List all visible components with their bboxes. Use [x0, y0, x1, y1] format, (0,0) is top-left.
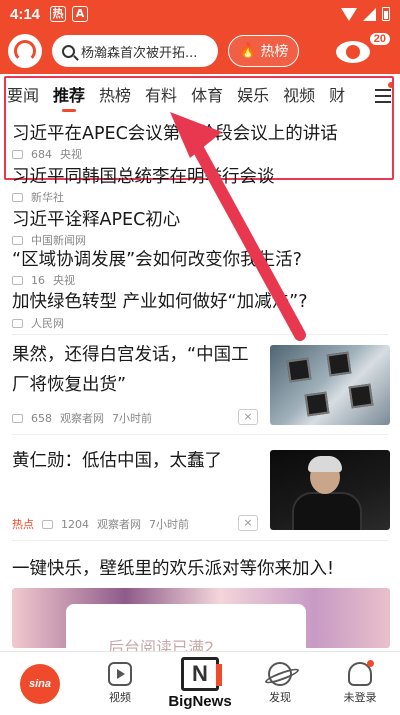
headline-item[interactable]: 习近平同韩国总统李在明举行会谈 [12, 163, 392, 188]
chip-image-part [304, 391, 330, 417]
comment-icon [12, 318, 23, 328]
nav-bignews[interactable]: N BigNews [165, 657, 235, 710]
story-meta: 658 观察者网 7小时前 [12, 410, 152, 426]
sina-logo-icon: sina [20, 663, 60, 704]
tab-youliao[interactable]: 有料 [138, 74, 184, 118]
source: 新华社 [31, 191, 64, 204]
nav-profile-label: 未登录 [343, 691, 377, 704]
comment-icon [12, 192, 23, 202]
flame-icon: 🔥 [239, 43, 257, 59]
menu-icon-line [375, 101, 391, 103]
wifi-icon [341, 7, 357, 21]
bottom-nav: sina 视频 N BigNews 发现 未登录 [0, 651, 400, 715]
headline-meta: 新华社 [12, 189, 64, 205]
story-title[interactable]: 一键快乐，壁纸里的欢乐派对等你来加入! [12, 555, 392, 580]
tab-entertainment[interactable]: 娱乐 [230, 74, 276, 118]
channel-tabs: 要闻 推荐 热榜 有料 体育 娱乐 视频 财 [0, 74, 400, 118]
timestamp: 7小时前 [149, 518, 189, 531]
nav-bignews-label: BigNews [168, 693, 232, 710]
headphone-button[interactable] [8, 34, 42, 68]
comment-icon [12, 413, 23, 423]
headphone-icon [14, 40, 36, 62]
status-time: 4:14 [10, 5, 41, 23]
user-icon [348, 660, 374, 686]
hot-tag: 热点 [12, 518, 34, 531]
headline-item[interactable]: “区域协调发展”会如何改变你我生活? [12, 246, 392, 271]
signal-icon [363, 7, 376, 21]
tab-sports[interactable]: 体育 [184, 74, 230, 118]
headline-item[interactable]: 加快绿色转型 产业如何做好“加减法”? [12, 288, 392, 313]
comment-count: 16 [31, 273, 45, 287]
story-meta: 热点 1204 观察者网 7小时前 [12, 516, 189, 532]
comment-icon [12, 275, 23, 285]
headline-item[interactable]: 习近平诠释APEC初心 [12, 206, 392, 231]
chip-image-part [326, 351, 352, 377]
headline-meta: 人民网 [12, 315, 64, 331]
dislike-button[interactable]: × [238, 409, 258, 425]
planet-icon [268, 662, 292, 686]
menu-dot-badge [388, 82, 394, 88]
source: 央视 [60, 148, 82, 161]
nav-profile[interactable]: 未登录 [325, 660, 395, 705]
person-image-part [308, 456, 342, 472]
nav-discover-label: 发现 [269, 691, 291, 704]
status-bar: 4:14 热 A [0, 0, 400, 28]
story-title[interactable]: 果然，还得白宫发话，“中国工厂将恢复出货” [12, 340, 262, 400]
dislike-button[interactable]: × [238, 515, 258, 531]
hot-list-label: 热榜 [260, 44, 289, 60]
eye-count-badge: 20 [369, 33, 390, 45]
notification-dot [367, 660, 374, 667]
tab-hot[interactable]: 热榜 [92, 74, 138, 118]
divider [12, 540, 388, 541]
tab-video[interactable]: 视频 [276, 74, 322, 118]
top-bar: 杨瀚森首次被开拓... 🔥 热榜 20 [0, 28, 400, 74]
video-icon [108, 662, 132, 686]
comment-count: 658 [31, 411, 52, 425]
app-notification-icon: A [72, 6, 89, 22]
chip-image-part [348, 383, 374, 409]
menu-icon-line [375, 95, 391, 97]
comment-count: 1204 [61, 517, 89, 531]
story-thumbnail-chips[interactable] [270, 345, 390, 425]
comment-icon [12, 235, 23, 245]
source: 央视 [53, 274, 75, 287]
source: 人民网 [31, 317, 64, 330]
bignews-logo-icon: N [181, 657, 222, 691]
tab-finance[interactable]: 财 [322, 74, 352, 118]
chip-image-part [286, 357, 312, 383]
comment-icon [42, 519, 53, 529]
channel-menu-button[interactable] [366, 74, 400, 118]
timestamp: 7小时前 [112, 412, 152, 425]
headline-meta: 684 央视 [12, 146, 82, 162]
play-glyph [117, 669, 125, 679]
source: 观察者网 [60, 412, 104, 425]
menu-icon [375, 89, 391, 91]
hot-list-button[interactable]: 🔥 热榜 [228, 35, 300, 67]
nav-home[interactable]: sina [5, 663, 75, 704]
divider [12, 434, 388, 435]
search-input[interactable]: 杨瀚森首次被开拓... [52, 35, 218, 67]
divider [12, 334, 388, 335]
headline-meta: 16 央视 [12, 272, 75, 288]
search-placeholder: 杨瀚森首次被开拓... [81, 45, 198, 61]
story-title[interactable]: 黄仁勋：低估中国，太蠢了 [12, 446, 262, 476]
comment-icon [12, 149, 23, 159]
eye-pupil [346, 45, 360, 59]
story-thumbnail-person[interactable] [270, 450, 390, 530]
tab-yaowen[interactable]: 要闻 [0, 74, 46, 118]
tab-recommend[interactable]: 推荐 [46, 74, 92, 118]
nav-video[interactable]: 视频 [85, 662, 155, 705]
person-image-part [292, 492, 362, 530]
eye-button[interactable]: 20 [332, 33, 392, 69]
hot-notification-icon: 热 [50, 6, 67, 22]
source: 观察者网 [97, 518, 141, 531]
battery-icon [382, 7, 390, 21]
nav-video-label: 视频 [109, 691, 131, 704]
comment-count: 684 [31, 147, 52, 161]
headline-item[interactable]: 习近平在APEC会议第二阶段会议上的讲话 [12, 120, 392, 145]
nav-discover[interactable]: 发现 [245, 662, 315, 705]
search-icon [62, 44, 75, 58]
